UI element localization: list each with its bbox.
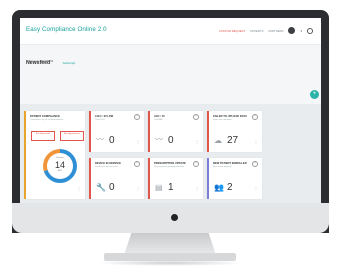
more-icon[interactable]: ⋮ [254,186,258,191]
card-title: Device in Service [95,162,121,165]
card-title: Failed to Upload Data [213,115,247,118]
card-new-patient[interactable]: New Patient Enrolled New setup patients … [207,158,262,199]
info-icon[interactable]: ? [193,161,199,167]
card-subtitle: Devices being serviced [95,166,118,168]
card-failed-upload[interactable]: Failed to Upload Data Items not uploaded… [207,111,262,152]
card-value: 0 [109,182,115,193]
card-value: 1 [168,182,174,193]
users-icon: 👥 [214,183,224,192]
filter-anti-depressant[interactable]: Anti Depressant [31,131,55,141]
base-shadow [96,260,244,266]
card-value: 0 [168,135,174,146]
top-nav: Custom Request Patients Partners ▾ [219,27,313,34]
card-device-service[interactable]: Device in Service Devices being serviced… [89,158,144,199]
donut-value: 14 [54,160,65,170]
info-icon[interactable]: ? [252,161,258,167]
trend-icon: 〰 [155,135,163,144]
more-icon[interactable]: ⋮ [195,186,199,191]
app-header: Easy Compliance Online 2.0 Custom Reques… [20,18,321,45]
card-subtitle: Total LDH [95,119,105,121]
cloud-upload-icon: ☁ [214,136,222,145]
card-title: Prescription Update [154,162,186,165]
wrench-icon: 🔧 [96,183,106,192]
last-login: Last log in: 2019/09/20 [27,60,54,63]
more-icon[interactable]: ⋮ [136,186,140,191]
card-subtitle: Items not uploaded [213,119,232,121]
avatar[interactable] [288,27,296,34]
more-icon[interactable]: ⋮ [195,139,199,144]
document-icon: ▤ [155,183,163,192]
card-value: 27 [227,135,239,146]
card-patient-compliance[interactable]: Patient Compliance Compliance by all ver… [24,111,85,199]
subscript-link[interactable]: Subscript [63,61,76,65]
nav-patients[interactable]: Patients [250,29,263,33]
info-icon[interactable]: ? [134,114,140,120]
more-icon[interactable]: ⋮ [136,139,140,144]
nav-custom-request[interactable]: Custom Request [219,29,245,33]
more-icon[interactable]: ⋮ [77,186,81,191]
card-subtitle: Prescriptions needing attention [154,166,185,168]
compliance-donut: Patients 14 88% [43,149,77,183]
trend-icon: 〰 [96,135,104,144]
screen: Easy Compliance Online 2.0 Custom Reques… [20,18,321,205]
power-indicator [171,214,178,221]
info-icon[interactable]: ? [252,114,258,120]
card-value: 0 [109,135,115,146]
card-title: New Patient Enrolled [213,162,247,165]
card-title: LDH > 30 LPM [95,115,113,118]
card-subtitle: Total AHI [154,119,163,121]
card-subtitle: Compliance by all verified patients [30,119,64,121]
card-title: Patient Compliance [30,115,60,118]
card-prescription-update[interactable]: Prescription Update Prescriptions needin… [148,158,203,199]
card-ahi[interactable]: AHI > 15 Total AHI ? 〰 0 ⋮ [148,111,203,152]
donut-percent: 88% [57,170,63,172]
chevron-down-icon[interactable]: ▾ [300,29,302,33]
card-subtitle: New setup patients [213,166,232,168]
donut-label: Patients [56,157,64,159]
donut-center: Patients 14 88% [47,153,73,179]
card-title: AHI > 15 [154,115,165,118]
app-title: Easy Compliance Online 2.0 [26,26,107,33]
more-icon[interactable]: ⋮ [254,139,258,144]
compliance-filters: Anti Depressant Anti Hypertensive [31,131,84,141]
add-button[interactable]: + [310,90,319,99]
nav-partners[interactable]: Partners [269,29,284,33]
filter-anti-hypertensive[interactable]: Anti Hypertensive [60,131,84,141]
card-value: 2 [227,182,233,193]
search-icon[interactable] [307,27,313,34]
monitor-frame: Easy Compliance Online 2.0 Custom Reques… [12,10,329,233]
info-icon[interactable]: ? [193,114,199,120]
card-ldh[interactable]: LDH > 30 LPM Total LDH ? 〰 0 ⋮ [89,111,144,152]
monitor-stand [124,233,216,255]
info-icon[interactable]: ? [134,161,140,167]
